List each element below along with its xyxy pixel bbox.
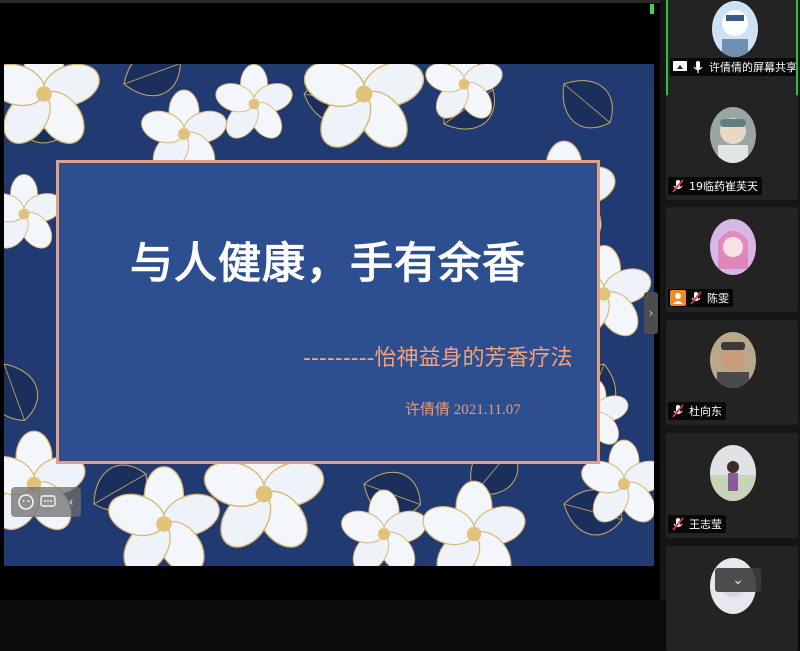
microphone-muted-icon <box>672 517 684 531</box>
participant-name: 19临药崔芙天 <box>689 180 758 193</box>
participant-name-bar: 陈雯 <box>668 289 733 307</box>
participant-name-bar: 许倩倩的屏幕共享 <box>670 58 797 76</box>
avatar <box>710 219 756 275</box>
microphone-muted-icon <box>672 404 684 418</box>
microphone-muted-icon <box>672 179 684 193</box>
share-top-line <box>0 0 660 3</box>
avatar <box>712 1 758 57</box>
toolbar-collapse-button[interactable]: ‹ <box>63 487 79 517</box>
slide-subtitle: ---------怡神益身的芳香疗法 <box>303 346 573 371</box>
floating-toolbar[interactable]: ‹ <box>11 487 81 517</box>
microphone-muted-icon <box>690 291 702 305</box>
panel-collapse-button[interactable]: › <box>644 292 658 334</box>
avatar <box>710 332 756 388</box>
chat-icon[interactable] <box>40 495 56 509</box>
participant-tile[interactable]: 19临药崔芙天 <box>666 95 798 200</box>
panel-scroll-down-button[interactable]: ⌄ <box>715 568 761 592</box>
participant-name: 王志莹 <box>689 518 722 531</box>
participant-tile[interactable]: 陈雯 <box>666 207 798 312</box>
slide-author-date: 许倩倩 2021.11.07 <box>405 402 521 418</box>
participant-name: 陈雯 <box>707 292 729 305</box>
avatar <box>710 445 756 501</box>
shared-screen-area: 与人健康，手有余香 ---------怡神益身的芳香疗法 许倩倩 2021.11… <box>0 0 660 600</box>
participant-name-bar: 19临药崔芙天 <box>668 177 762 195</box>
participant-name: 许倩倩的屏幕共享 <box>709 61 797 74</box>
host-icon <box>670 290 686 306</box>
participant-name: 杜向东 <box>689 405 722 418</box>
participant-tile[interactable]: 王志莹 <box>666 433 798 538</box>
participant-name-bar: 王志莹 <box>668 515 726 533</box>
title-box: 与人健康，手有余香 ---------怡神益身的芳香疗法 许倩倩 2021.11… <box>56 160 600 464</box>
participant-tile[interactable]: 许倩倩的屏幕共享 <box>666 0 798 102</box>
slide-title: 与人健康，手有余香 <box>130 239 526 289</box>
avatar <box>710 107 756 163</box>
screen-share-icon <box>673 61 687 71</box>
participant-tile[interactable] <box>666 546 798 651</box>
recording-indicator <box>650 4 654 14</box>
microphone-icon <box>693 61 703 73</box>
participant-name-bar: 杜向东 <box>668 402 726 420</box>
participant-panel: 许倩倩的屏幕共享 19临药崔芙天 陈雯 杜向东 王志莹 <box>660 0 800 651</box>
presentation-slide: 与人健康，手有余香 ---------怡神益身的芳香疗法 许倩倩 2021.11… <box>4 64 654 566</box>
participant-tile[interactable]: 杜向东 <box>666 320 798 425</box>
annotate-icon[interactable] <box>17 493 35 511</box>
